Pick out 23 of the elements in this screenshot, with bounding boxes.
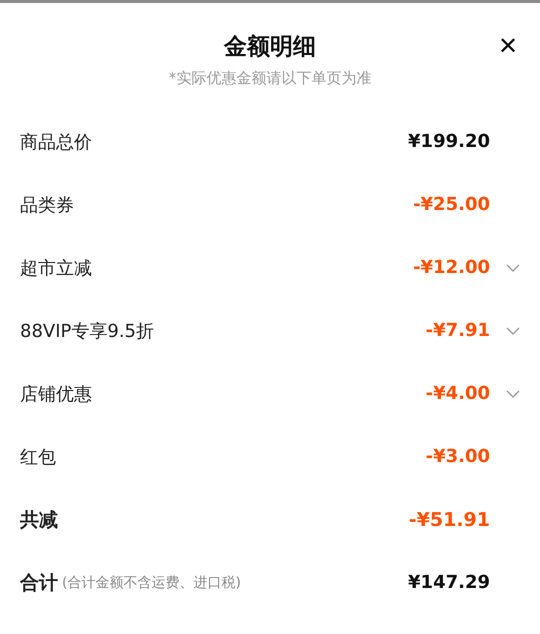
row-label: 商品总价 (20, 130, 93, 154)
sheet-title: 金额明细 (224, 33, 316, 62)
chevron-down-icon[interactable] (506, 326, 520, 334)
amount-value: -¥7.91 (426, 320, 490, 341)
disclaimer-note: *实际优惠金额请以下单页为准 (168, 69, 372, 88)
amount-value: -¥25.00 (413, 194, 490, 215)
total-amount: ¥147.29 (408, 572, 490, 593)
amount-value: -¥4.00 (426, 383, 490, 404)
row-label: 红包 (20, 446, 57, 468)
row-label: 共减 (20, 508, 59, 532)
chevron-down-icon[interactable] (506, 264, 520, 272)
total-label: 合计 (20, 570, 58, 596)
row-label: 店铺优惠 (20, 382, 93, 406)
close-button[interactable]: ✕ (498, 31, 518, 63)
amount-value: -¥12.00 (413, 257, 490, 278)
chevron-down-icon[interactable] (506, 390, 520, 398)
amount-value: ¥199.20 (408, 131, 490, 152)
total-note: (合计金额不含运费、进口税) (62, 574, 242, 592)
row-label: 超市立减 (20, 256, 93, 280)
row-label: 88VIP专享9.5折 (20, 320, 156, 342)
amount-value: -¥3.00 (426, 446, 490, 467)
amount-value: -¥51.91 (408, 508, 490, 530)
row-label: 品类券 (20, 194, 75, 216)
